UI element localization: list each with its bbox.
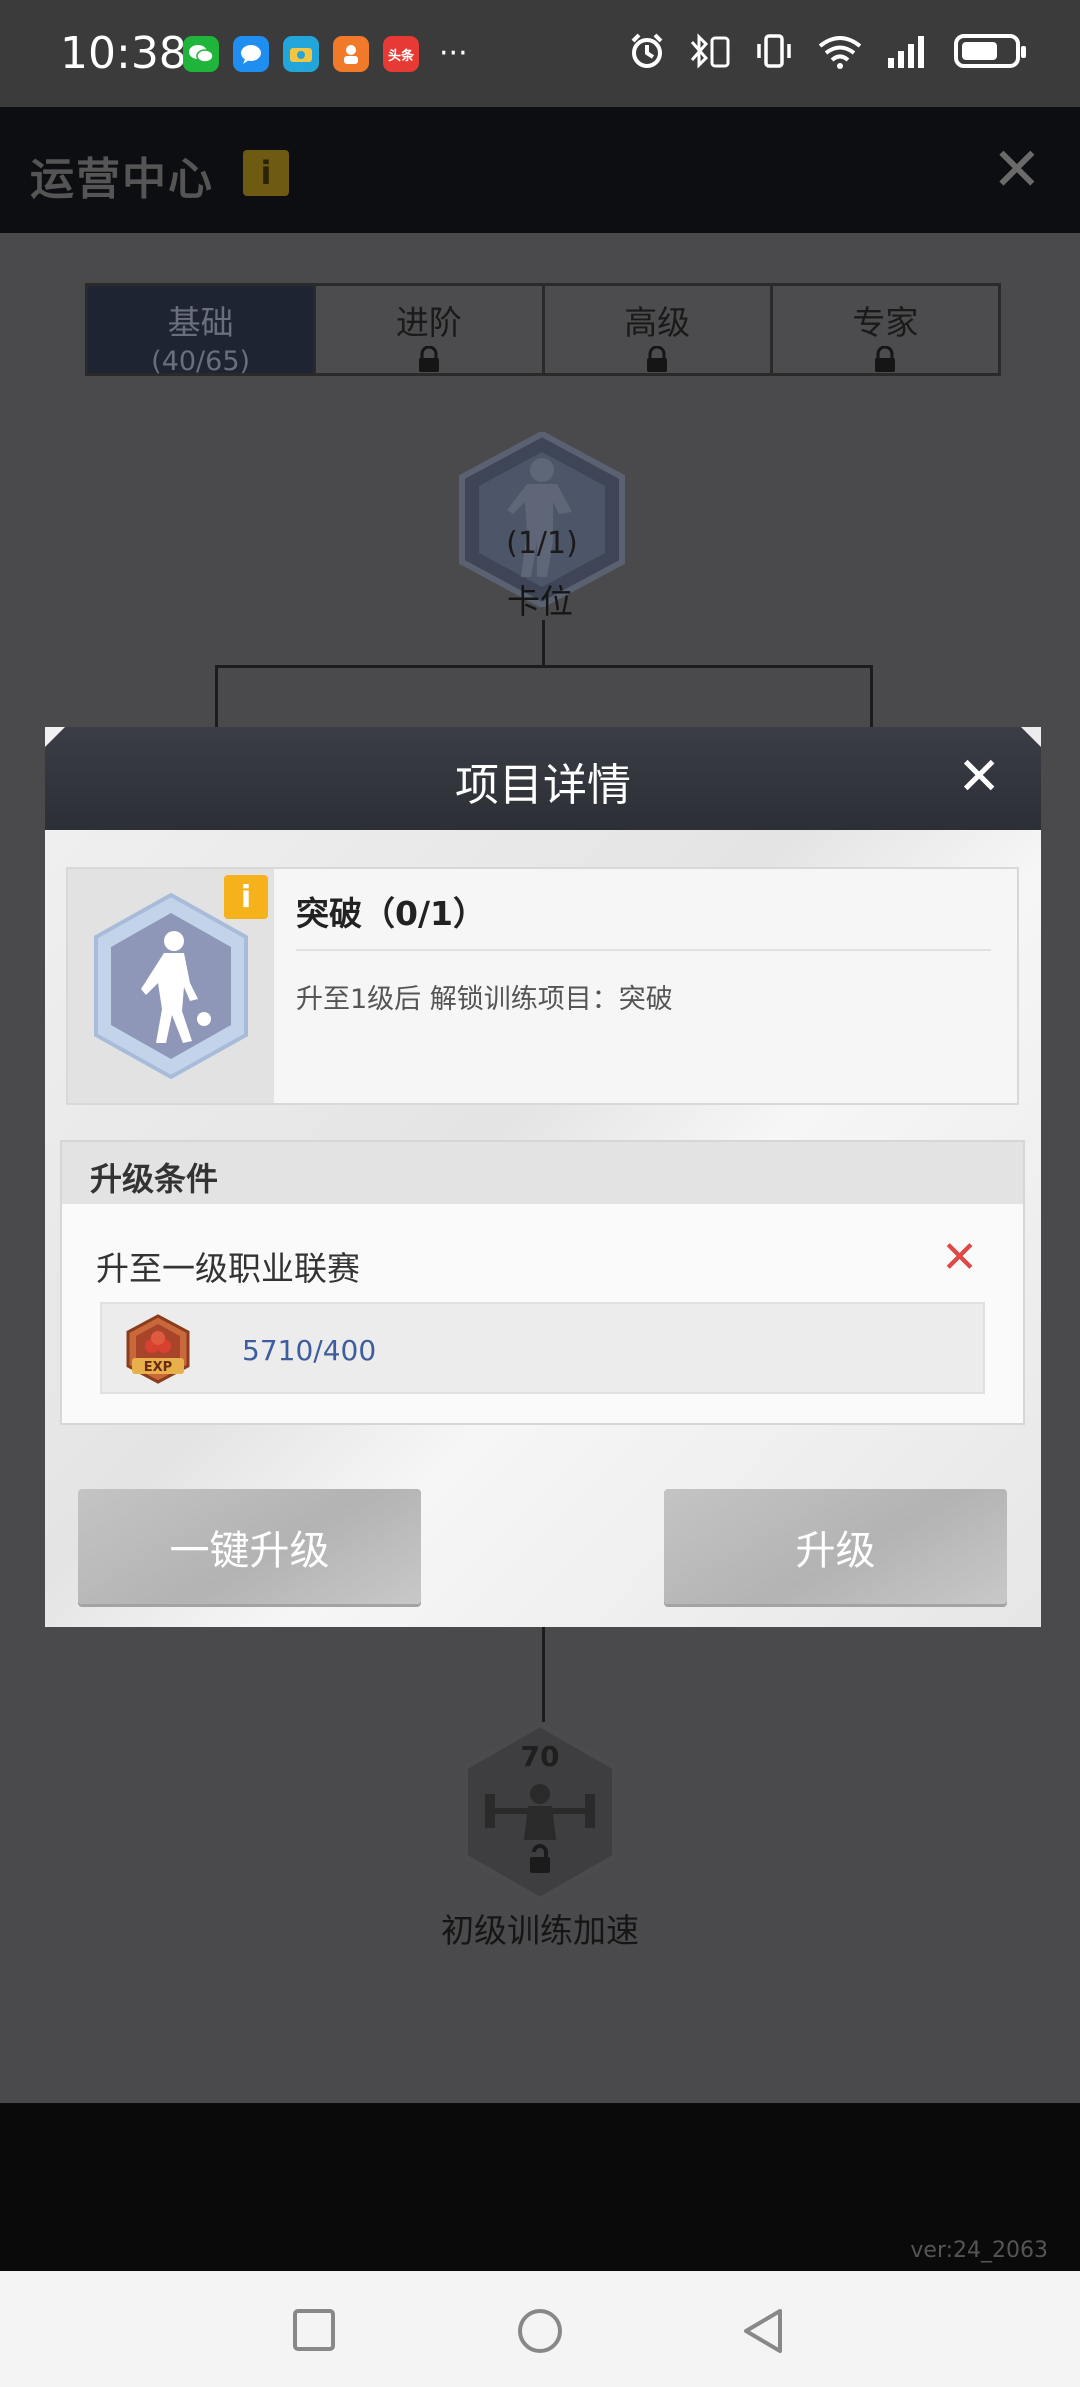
tree-connector: [542, 620, 545, 665]
toutiao-icon: 头条: [383, 36, 419, 72]
lock-icon: [316, 345, 541, 381]
tab-expert[interactable]: 专家: [772, 286, 998, 373]
upgrade-conditions-panel: 升级条件 升至一级职业联赛 ✕ EXP 5710/400: [60, 1140, 1025, 1425]
condition-unmet-icon: ✕: [941, 1232, 978, 1283]
skill-node-training-speed[interactable]: 70: [460, 1720, 620, 1904]
dialog-close-icon[interactable]: ✕: [957, 747, 1001, 807]
tab-advanced[interactable]: 进阶: [316, 286, 545, 373]
dialog-title: 项目详情: [455, 760, 631, 811]
item-info-icon[interactable]: i: [224, 875, 268, 919]
status-bar: 10:38 头条 ···: [0, 0, 1080, 107]
condition-requirement: 升至一级职业联赛: [96, 1249, 360, 1288]
tab-label: 高级: [624, 303, 691, 342]
tab-label: 进阶: [395, 303, 462, 342]
battery-icon: [954, 34, 1026, 68]
conditions-header: 升级条件: [62, 1142, 1023, 1204]
tab-basic[interactable]: 基础 (40/65): [88, 286, 317, 377]
video-app-icon: [333, 36, 369, 72]
tab-progress: (40/65): [151, 346, 251, 377]
signal-icon: [888, 36, 924, 68]
version-label: ver:24_2063: [910, 2238, 1048, 2263]
node-label-boxout: 卡位: [507, 582, 573, 621]
lock-icon: [773, 345, 998, 381]
divider: [296, 949, 991, 951]
exp-text: EXP: [143, 1360, 173, 1375]
home-icon[interactable]: [516, 2307, 564, 2355]
item-name: 突破（0/1）: [296, 894, 486, 933]
exp-requirement-row: EXP 5710/400: [100, 1302, 985, 1394]
item-description: 升至1级后 解锁训练项目：突破: [296, 984, 673, 1015]
node-progress: (1/1): [506, 526, 578, 561]
alarm-icon: [631, 33, 663, 68]
conditions-title: 升级条件: [90, 1160, 219, 1198]
weibo-camera-icon: [283, 36, 319, 72]
info-icon[interactable]: i: [243, 150, 289, 196]
notification-icons: 头条 ···: [183, 36, 468, 72]
exp-icon: EXP: [126, 1314, 190, 1384]
exp-progress-value: 5710/400: [242, 1334, 377, 1367]
wifi-icon: [818, 36, 862, 69]
tree-connector: [870, 665, 873, 727]
item-detail-dialog: 项目详情 ✕ i 突破（0/1） 升至1级后 解锁训练项目：突破 升级条件 升至…: [45, 727, 1041, 1627]
tree-connector: [215, 665, 218, 727]
wechat-icon: [183, 36, 219, 72]
node-label-training-speed: 初级训练加速: [441, 1911, 639, 1950]
tree-connector: [542, 1627, 545, 1722]
item-card: i 突破（0/1） 升至1级后 解锁训练项目：突破: [66, 867, 1019, 1105]
back-icon[interactable]: [740, 2307, 786, 2355]
upgrade-button[interactable]: 升级: [664, 1489, 1007, 1604]
recent-apps-icon[interactable]: [292, 2308, 336, 2352]
tab-senior[interactable]: 高级: [544, 286, 773, 373]
app-header: 运营中心 i ✕: [0, 107, 1080, 233]
dialog-header: 项目详情 ✕: [45, 727, 1041, 830]
one-click-upgrade-button[interactable]: 一键升级: [78, 1489, 421, 1604]
system-icons: [628, 32, 1026, 70]
tab-label: 基础: [167, 303, 234, 342]
node-level: 70: [520, 1740, 560, 1773]
messages-icon: [233, 36, 269, 72]
lock-icon: [545, 345, 770, 381]
tier-tabs: 基础 (40/65) 进阶 高级 专家: [85, 283, 1001, 377]
status-time: 10:38: [60, 28, 187, 79]
dribble-player-icon: [94, 892, 248, 1080]
system-nav-bar: [0, 2271, 1080, 2387]
tree-connector: [215, 665, 873, 668]
more-notifications-icon: ···: [439, 36, 468, 71]
vibrate-icon: [757, 34, 791, 68]
bluetooth-battery-icon: [690, 33, 730, 69]
close-icon[interactable]: ✕: [992, 135, 1042, 205]
tab-label: 专家: [852, 303, 919, 342]
page-title: 运营中心: [30, 154, 214, 205]
